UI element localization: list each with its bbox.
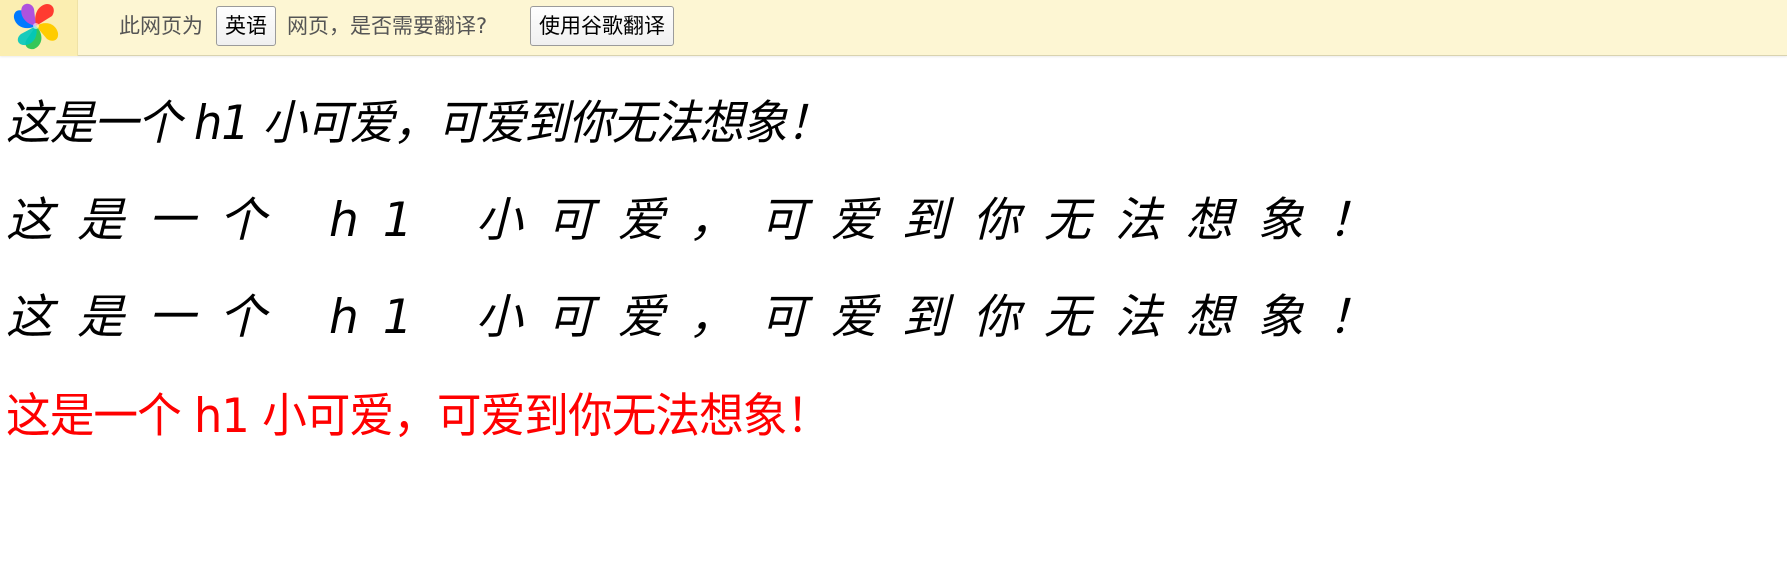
- browser-pinwheel-logo-icon: [13, 3, 59, 50]
- translate-infobar: 此网页为 英语 网页，是否需要翻译? 使用谷歌翻译: [0, 0, 1787, 56]
- heading-italic-spaced-copy: 这是一个 h1 小可爱，可爱到你无法想象！: [6, 290, 1399, 345]
- heading-italic: 这是一个 h1 小可爱，可爱到你无法想象！: [6, 96, 831, 151]
- heading-red: 这是一个 h1 小可爱，可爱到你无法想象！: [6, 389, 831, 444]
- language-button[interactable]: 英语: [216, 6, 276, 46]
- heading-italic-spaced: 这是一个 h1 小可爱，可爱到你无法想象！: [6, 193, 1399, 248]
- browser-logo-cell: [0, 0, 78, 56]
- translate-prefix-text: 此网页为: [119, 14, 203, 38]
- translate-question-text: 网页，是否需要翻译?: [287, 14, 488, 38]
- google-translate-button[interactable]: 使用谷歌翻译: [530, 6, 674, 46]
